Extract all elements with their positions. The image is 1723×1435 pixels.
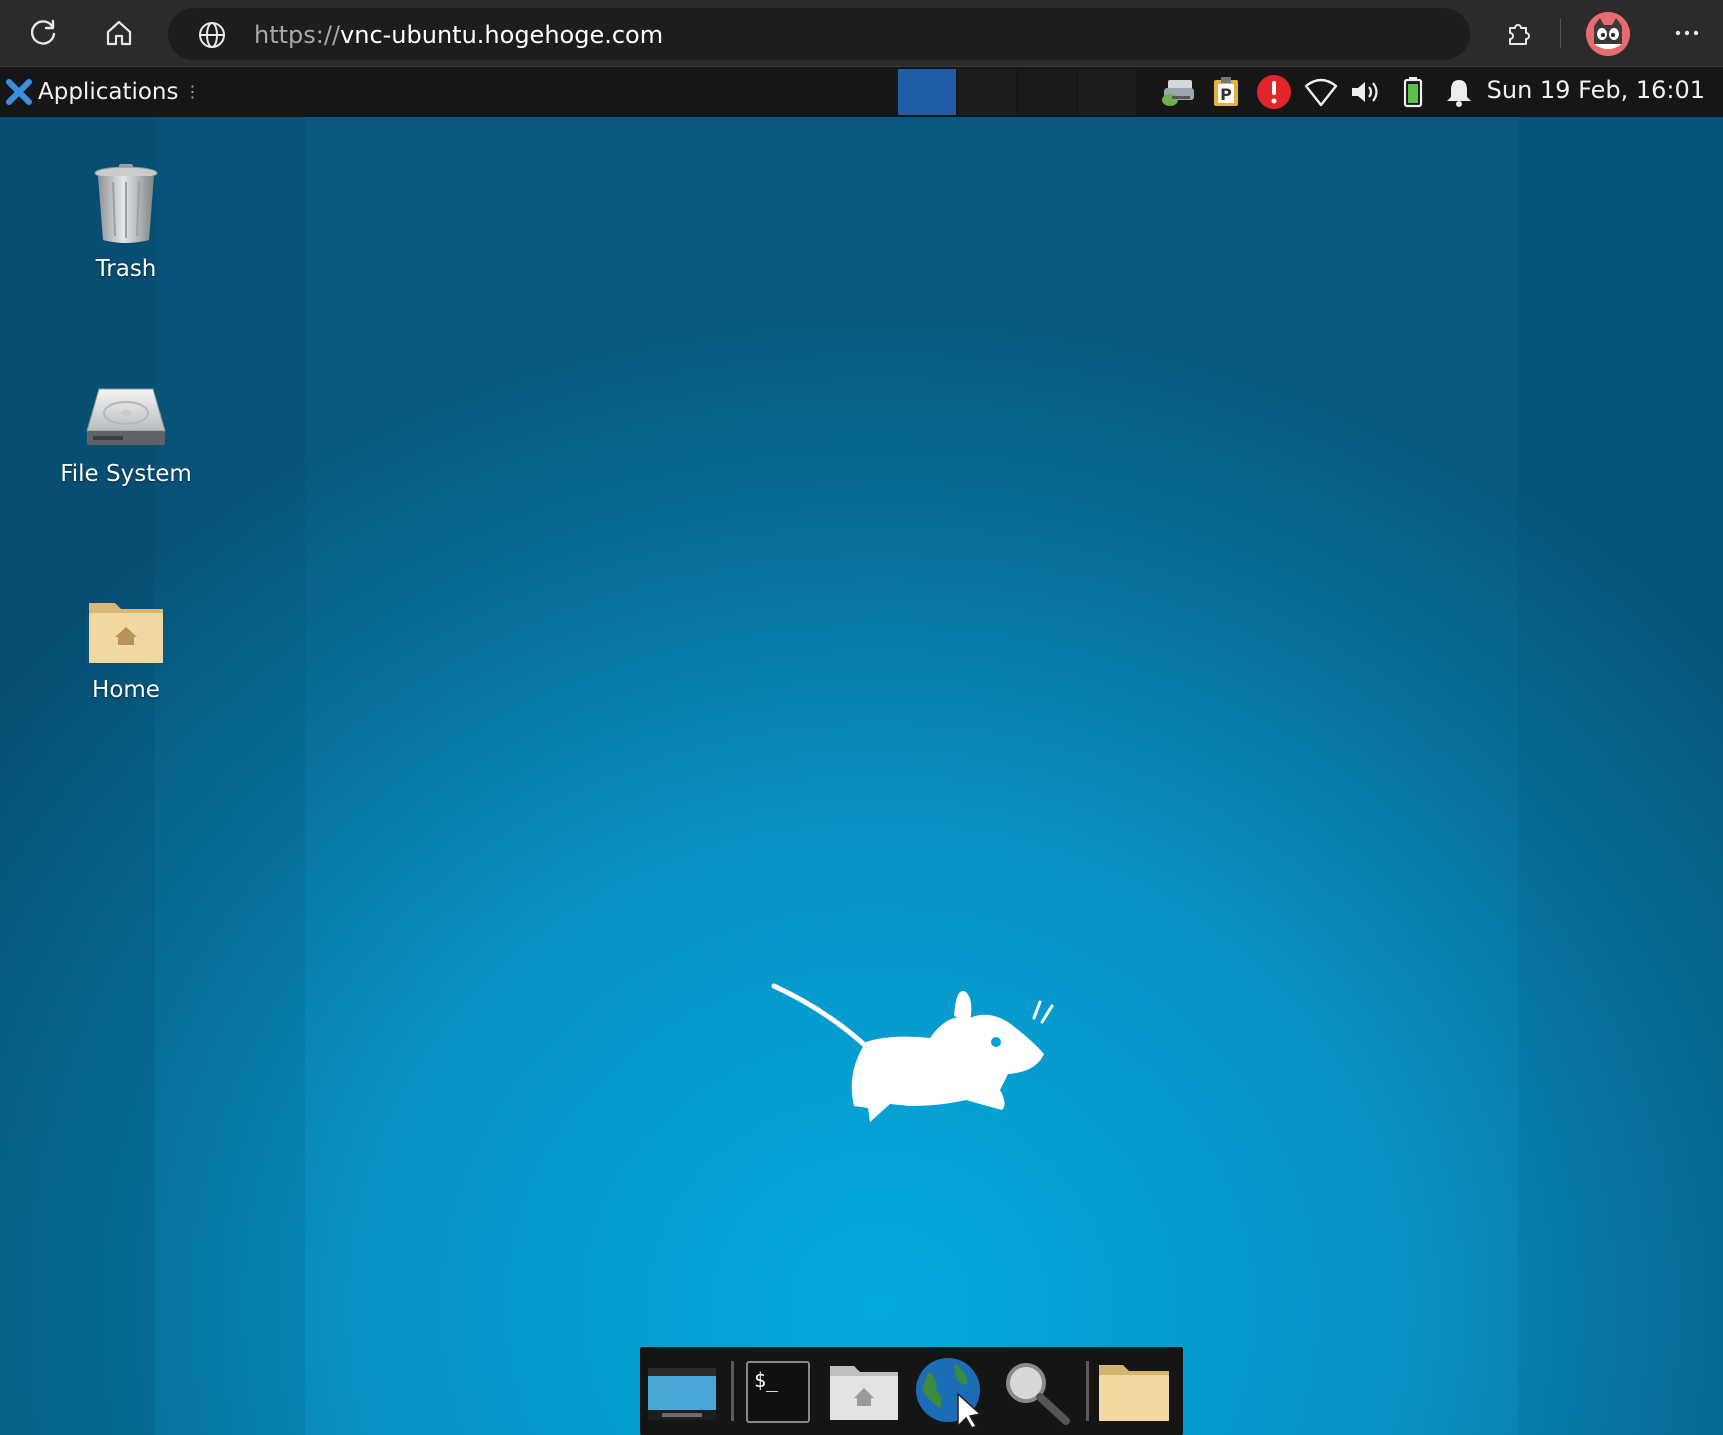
search-button[interactable] bbox=[998, 1357, 1074, 1427]
svg-text:P: P bbox=[1220, 85, 1232, 104]
panel-clock[interactable]: Sun 19 Feb, 16:01 bbox=[1487, 76, 1705, 104]
reload-icon bbox=[30, 19, 56, 45]
terminal-icon: $_ bbox=[746, 1361, 810, 1423]
more-menu-button[interactable] bbox=[1664, 10, 1710, 56]
desktop-icon-home[interactable]: Home bbox=[26, 597, 226, 703]
toolbar-divider bbox=[1560, 18, 1561, 48]
extensions-button[interactable] bbox=[1496, 10, 1542, 56]
workspace-3[interactable] bbox=[1018, 69, 1076, 115]
home-folder-icon bbox=[89, 603, 163, 663]
address-bar[interactable]: https://vnc-ubuntu.hogehoge.com bbox=[168, 8, 1470, 60]
folder-icon bbox=[1099, 1365, 1169, 1421]
hard-drive-icon bbox=[86, 388, 166, 445]
vnc-desktop[interactable]: Applications ⋮ P Sun 19 Feb, 16:01 Trash… bbox=[0, 67, 1723, 1435]
dock-separator bbox=[731, 1361, 734, 1421]
url-host: vnc-ubuntu.hogehoge.com bbox=[340, 21, 664, 49]
home-button[interactable] bbox=[96, 10, 142, 56]
search-icon bbox=[1006, 1363, 1070, 1425]
desktop-icon-label: Trash bbox=[95, 256, 157, 282]
desktop-icon-trash[interactable]: Trash bbox=[26, 162, 226, 282]
web-browser-icon bbox=[916, 1358, 982, 1428]
show-desktop-icon bbox=[648, 1368, 716, 1420]
network-printer-icon[interactable] bbox=[1160, 74, 1198, 110]
web-browser-button[interactable] bbox=[912, 1357, 988, 1428]
files-button[interactable] bbox=[1096, 1357, 1172, 1427]
show-desktop-button[interactable] bbox=[644, 1357, 720, 1427]
url-text: https://vnc-ubuntu.hogehoge.com bbox=[254, 21, 663, 49]
globe-icon bbox=[199, 22, 225, 48]
reload-button[interactable] bbox=[20, 10, 66, 56]
bottom-dock: $_ bbox=[640, 1347, 1183, 1435]
workspace-4[interactable] bbox=[1078, 69, 1136, 115]
clipboard-icon[interactable]: P bbox=[1207, 74, 1245, 110]
terminal-button[interactable]: $_ bbox=[740, 1357, 816, 1427]
xfce-mouse-logo bbox=[771, 983, 1054, 1122]
xfce-top-panel: Applications ⋮ P Sun 19 Feb, 16:01 bbox=[0, 67, 1723, 117]
home-icon bbox=[106, 20, 132, 46]
url-scheme: https:// bbox=[254, 21, 341, 49]
cat-avatar-icon bbox=[1586, 12, 1630, 56]
browser-toolbar: https://vnc-ubuntu.hogehoge.com bbox=[0, 0, 1723, 67]
applications-menu-button[interactable]: Applications ⋮ bbox=[6, 75, 201, 109]
notification-bell-icon[interactable] bbox=[1440, 74, 1478, 110]
error-alert-icon[interactable] bbox=[1255, 74, 1293, 110]
applications-label: Applications bbox=[38, 79, 179, 105]
battery-icon[interactable] bbox=[1394, 74, 1432, 110]
desktop-icon-label: Home bbox=[92, 677, 160, 703]
workspace-2[interactable] bbox=[958, 69, 1016, 115]
desktop-icon-file-system[interactable]: File System bbox=[26, 385, 226, 487]
more-menu-icon bbox=[1675, 30, 1699, 36]
extensions-icon bbox=[1509, 24, 1530, 45]
home-folder-button[interactable] bbox=[826, 1357, 902, 1427]
trash-icon bbox=[94, 164, 158, 243]
wifi-icon[interactable] bbox=[1302, 74, 1340, 110]
dock-separator bbox=[1086, 1361, 1089, 1421]
svg-text:$_: $_ bbox=[754, 1368, 779, 1392]
handle-icon: ⋮ bbox=[184, 82, 201, 101]
volume-icon[interactable] bbox=[1347, 74, 1385, 110]
profile-avatar[interactable] bbox=[1586, 12, 1630, 56]
home-folder-icon bbox=[830, 1366, 898, 1420]
xfce-logo-icon bbox=[6, 79, 32, 105]
workspace-1[interactable] bbox=[898, 69, 956, 115]
desktop-icon-label: File System bbox=[60, 461, 192, 487]
